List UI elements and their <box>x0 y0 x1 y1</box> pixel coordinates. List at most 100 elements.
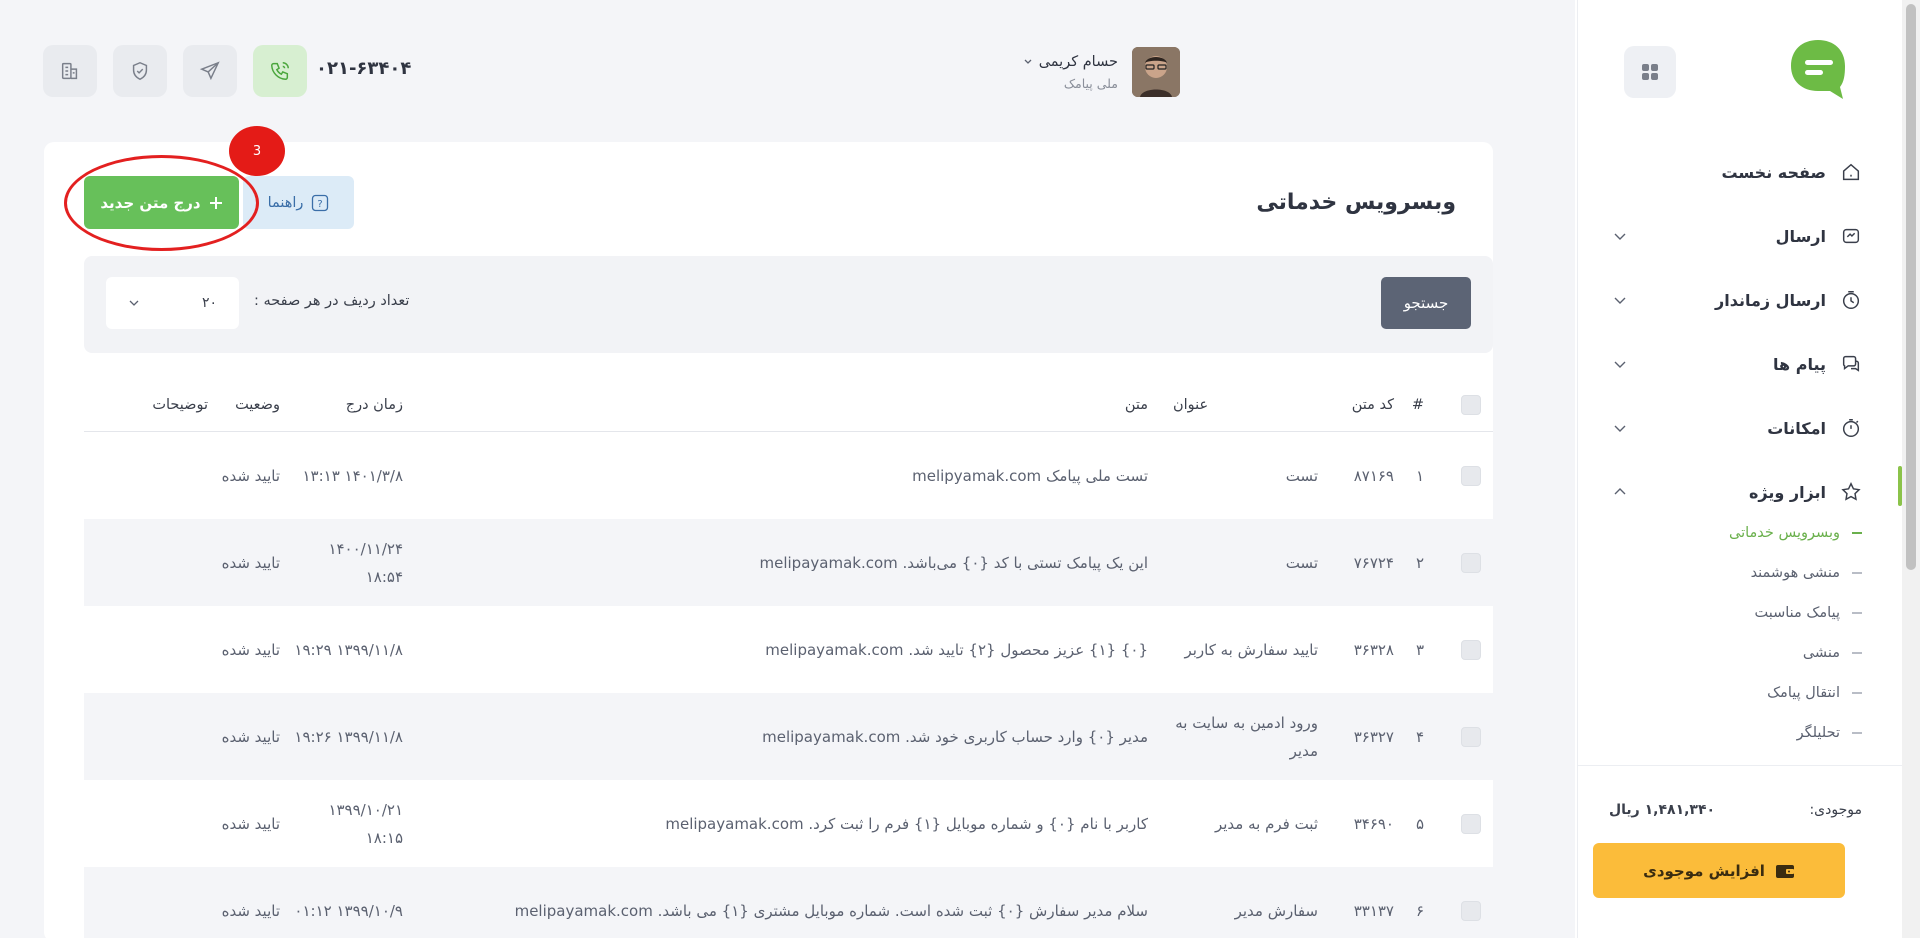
row-title: ثبت فرم به مدیر <box>1214 814 1318 833</box>
search-button[interactable]: جستجو <box>1381 277 1471 329</box>
row-text: {۰} {۱} عزیز محصول {۲} تایید شد. melipay… <box>765 640 1148 659</box>
row-checkbox[interactable] <box>1461 639 1481 660</box>
subitem-analyzer[interactable]: تحلیلگر <box>1577 713 1902 753</box>
rows-per-page-select[interactable]: ۲۰ <box>106 277 239 329</box>
scrollbar[interactable] <box>1902 0 1920 938</box>
row-status: تایید شده <box>221 466 280 485</box>
dash-icon <box>1852 732 1862 734</box>
chevron-down-icon <box>1614 425 1626 432</box>
header-tools <box>43 45 307 97</box>
row-num: ۳ <box>1415 640 1424 659</box>
scrollbar-thumb[interactable] <box>1906 4 1916 570</box>
header-time: زمان درج <box>345 396 403 413</box>
subitem-label: منشی <box>1802 645 1840 661</box>
row-checkbox[interactable] <box>1461 900 1481 921</box>
sidebar-item-features[interactable]: امکانات <box>1577 396 1902 460</box>
sidebar-item-label: ارسال زماندار <box>1715 290 1826 310</box>
dash-icon <box>1852 532 1862 534</box>
row-time: ۱۳۹۹/۱۱/۸ ۱۹:۲۶ <box>294 727 403 746</box>
row-desc <box>98 432 208 519</box>
rows-per-page-value: ۲۰ <box>201 295 217 311</box>
subitem-service-webservice[interactable]: وبسرویس خدماتی <box>1577 513 1902 553</box>
subitem-smart-secretary[interactable]: منشی هوشمند <box>1577 553 1902 593</box>
sidebar-nav: صفحه نخست ارسال ارسال زماندار پیام ها ام… <box>1577 140 1902 524</box>
phone-call-icon[interactable] <box>253 45 307 97</box>
apps-grid-icon[interactable] <box>1624 46 1676 98</box>
row-checkbox[interactable] <box>1461 552 1481 573</box>
row-desc <box>98 867 208 938</box>
chevron-down-icon <box>1614 233 1626 240</box>
table-row[interactable]: ۱ ۸۷۱۶۹ تست تست ملی پیامک melipyamak.com ۱۴۰… <box>84 432 1493 519</box>
row-code: ۷۶۷۲۴ <box>1353 553 1394 572</box>
row-desc <box>98 519 208 606</box>
chevron-up-icon <box>1614 488 1626 495</box>
sidebar-item-send[interactable]: ارسال <box>1577 204 1902 268</box>
row-checkbox[interactable] <box>1461 813 1481 834</box>
row-num: ۵ <box>1415 814 1424 833</box>
filter-panel: جستجو تعداد ردیف در هر صفحه : ۲۰ <box>84 256 1493 353</box>
chat-icon <box>1840 353 1862 375</box>
row-code: ۸۷۱۶۹ <box>1353 466 1394 485</box>
subitem-occasion-sms[interactable]: پیامک مناسبت <box>1577 593 1902 633</box>
shield-check-icon[interactable] <box>113 45 167 97</box>
table-row[interactable]: ۳ ۳۶۳۲۸ تایید سفارش به کاربر {۰} {۱} عزیز م… <box>84 606 1493 693</box>
user-org: ملی پیامک <box>1063 75 1118 91</box>
user-name-row: حسام کریمی <box>1023 54 1118 70</box>
star-icon <box>1840 481 1862 503</box>
row-time: ۱۳۹۹/۱۱/۸ ۱۹:۲۹ <box>294 640 403 659</box>
timer-icon <box>1840 289 1862 311</box>
templates-table: # کد متن عنوان متن زمان درج وضعیت توضیحا… <box>84 378 1493 938</box>
table-row[interactable]: ۵ ۳۴۶۹۰ ثبت فرم به مدیر کاربر با نام {۰} و … <box>84 780 1493 867</box>
sidebar-item-messages[interactable]: پیام ها <box>1577 332 1902 396</box>
row-num: ۱ <box>1415 466 1424 485</box>
row-code: ۳۶۳۲۸ <box>1353 640 1394 659</box>
subitem-label: انتقال پیامک <box>1767 685 1840 701</box>
table-row[interactable]: ۶ ۳۳۱۳۷ سفارش مدیر سلام مدیر سفارش {۰} ثبت … <box>84 867 1493 938</box>
select-all-checkbox[interactable] <box>1461 394 1481 415</box>
row-checkbox[interactable] <box>1461 465 1481 486</box>
row-title: تست <box>1285 553 1318 572</box>
wallet-icon <box>1775 864 1794 878</box>
row-desc <box>98 780 208 867</box>
dash-icon <box>1852 692 1862 694</box>
send-icon <box>1840 225 1862 247</box>
header-status: وضعیت <box>235 396 280 413</box>
row-checkbox-cell <box>1459 867 1481 938</box>
row-num: ۲ <box>1415 553 1424 572</box>
row-text: سلام مدیر سفارش {۰} ثبت شده است. شماره م… <box>514 901 1148 920</box>
sidebar: صفحه نخست ارسال ارسال زماندار پیام ها ام… <box>1577 0 1902 938</box>
row-title: تست <box>1285 466 1318 485</box>
user-menu[interactable]: حسام کریمی ملی پیامک <box>1023 47 1180 97</box>
sidebar-item-scheduled-send[interactable]: ارسال زماندار <box>1577 268 1902 332</box>
stopwatch-icon <box>1840 417 1862 439</box>
row-checkbox-cell <box>1459 606 1481 693</box>
row-text: کاربر با نام {۰} و شماره موبایل {۱} فرم … <box>665 814 1148 833</box>
sidebar-item-label: صفحه نخست <box>1721 162 1826 182</box>
annotation-badge: 3 <box>229 126 285 176</box>
paper-plane-icon[interactable] <box>183 45 237 97</box>
row-desc <box>98 693 208 780</box>
sidebar-item-home[interactable]: صفحه نخست <box>1577 140 1902 204</box>
row-checkbox[interactable] <box>1461 726 1481 747</box>
page-title: وبسرویس خدماتی <box>1256 190 1456 215</box>
chevron-down-icon <box>1614 361 1626 368</box>
table-row[interactable]: ۲ ۷۶۷۲۴ تست این یک پیامک تستی با کد {۰} می‌… <box>84 519 1493 606</box>
row-checkbox-cell <box>1459 519 1481 606</box>
subitem-label: وبسرویس خدماتی <box>1729 525 1840 541</box>
subitem-secretary[interactable]: منشی <box>1577 633 1902 673</box>
subitem-sms-transfer[interactable]: انتقال پیامک <box>1577 673 1902 713</box>
subitem-label: پیامک مناسبت <box>1754 605 1840 621</box>
building-icon[interactable] <box>43 45 97 97</box>
row-time: ۱۴۰۱/۳/۸ ۱۳:۱۳ <box>302 466 403 485</box>
table-row[interactable]: ۴ ۳۶۳۲۷ ورود ادمین به سایت به مدیر مدیر {۰}… <box>84 693 1493 780</box>
sidebar-item-label: ارسال <box>1775 226 1826 246</box>
row-checkbox-cell <box>1459 693 1481 780</box>
help-button[interactable]: ? راهنما <box>243 176 354 229</box>
header-num: # <box>1411 396 1424 413</box>
rows-per-page-label: تعداد ردیف در هر صفحه : <box>254 293 410 309</box>
topup-button[interactable]: افزایش موجودی <box>1593 843 1845 898</box>
header-checkbox-cell <box>1459 378 1481 431</box>
subitem-label: منشی هوشمند <box>1750 565 1840 581</box>
table-header: # کد متن عنوان متن زمان درج وضعیت توضیحا… <box>84 378 1493 432</box>
help-label: راهنما <box>267 194 304 211</box>
